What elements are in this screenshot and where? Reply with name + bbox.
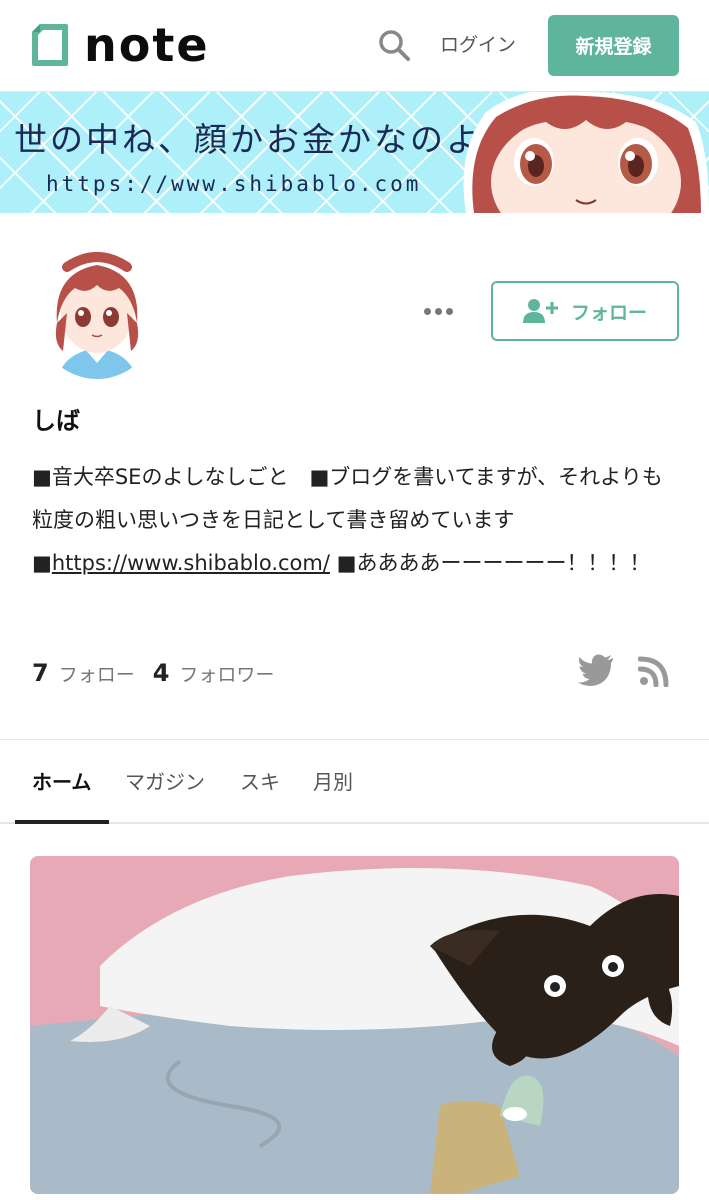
profile-banner: 世の中ね、顔かお金かなのよ https://www.shibablo.com	[0, 92, 709, 213]
followers-count[interactable]: 4	[153, 659, 170, 687]
banner-title: 世の中ね、顔かお金かなのよ	[14, 120, 482, 159]
top-header: note ログイン 新規登録	[0, 0, 709, 92]
search-button[interactable]	[374, 25, 414, 65]
tab-home[interactable]: ホーム	[32, 768, 91, 796]
followers-label[interactable]: フォロワー	[179, 660, 274, 687]
tab-likes[interactable]: スキ	[240, 768, 280, 796]
note-logo[interactable]: note	[30, 22, 210, 68]
more-options-button[interactable]	[418, 296, 458, 326]
tab-monthly[interactable]: 月別	[313, 768, 353, 796]
banner-character-illustration	[463, 92, 709, 213]
tab-magazine[interactable]: マガジン	[125, 768, 205, 796]
bio-text-end: ■ああああーーーーーー！！！！	[329, 551, 651, 575]
login-link[interactable]: ログイン	[440, 30, 516, 60]
user-avatar[interactable]	[37, 243, 157, 381]
logo-text: note	[84, 18, 210, 72]
profile-tabs: ホーム マガジン スキ 月別	[0, 740, 709, 824]
twitter-icon[interactable]	[578, 654, 614, 686]
user-name: しば	[32, 407, 80, 435]
follow-stats: 7 フォロー 4 フォロワー	[32, 653, 292, 693]
following-count[interactable]: 7	[32, 659, 49, 687]
active-tab-indicator	[15, 820, 109, 824]
user-bio: ■音大卒SEのよしなしごと ■ブログを書いてますが、それよりも粒度の粗い思いつき…	[32, 456, 682, 585]
note-logo-icon	[32, 24, 68, 66]
banner-url: https://www.shibablo.com	[46, 172, 422, 196]
following-label[interactable]: フォロー	[59, 660, 135, 687]
search-icon	[379, 30, 410, 61]
article-eyecatch-image[interactable]	[30, 856, 679, 1194]
bio-link[interactable]: https://www.shibablo.com/	[52, 551, 330, 575]
more-icon	[423, 307, 431, 315]
user-plus-icon	[522, 299, 558, 323]
follow-button[interactable]: フォロー	[491, 281, 679, 341]
signup-button[interactable]: 新規登録	[548, 15, 679, 76]
follow-button-label: フォロー	[570, 301, 647, 324]
rss-icon[interactable]	[638, 655, 670, 687]
